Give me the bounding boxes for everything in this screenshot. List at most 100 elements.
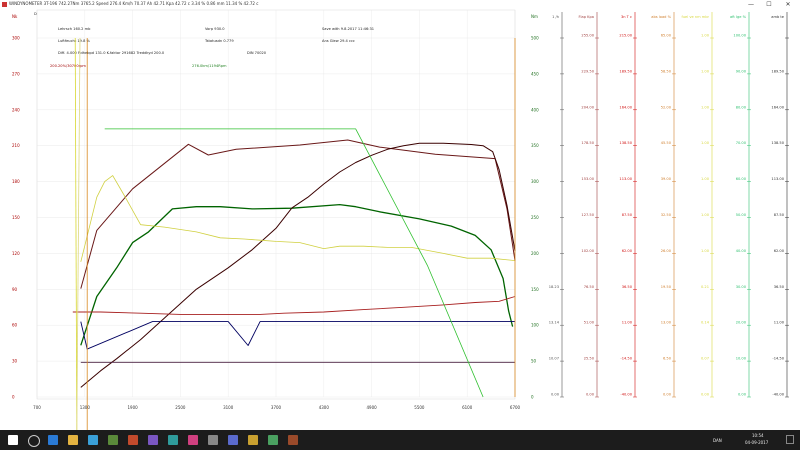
scale-label-2: 3n T c <box>621 15 632 19</box>
taskbar-app3-icon[interactable] <box>188 435 198 445</box>
scale-value: 204.00 <box>581 105 594 109</box>
x-tick-label: 6700 <box>510 405 521 410</box>
info-text: Vorp 930.0 <box>205 27 225 31</box>
scale-value: 189.50 <box>771 69 784 73</box>
scale-value: 13.00 <box>661 321 672 325</box>
taskbar-app7-icon[interactable] <box>268 435 278 445</box>
scale-value: 62.00 <box>622 249 633 253</box>
taskbar-app2-icon[interactable] <box>168 435 178 445</box>
scale-value: 52.00 <box>661 105 672 109</box>
right-tick-label: 0 <box>531 395 534 400</box>
left-tick-label: 0 <box>12 395 15 400</box>
scale-label-1: Flap Kpa <box>578 15 594 19</box>
scale-value: 229.50 <box>581 69 594 73</box>
right-tick-label: 50 <box>531 359 537 364</box>
scale-value: 62.00 <box>774 249 785 253</box>
scale-value: 20.00 <box>736 321 747 325</box>
scale-value: 87.50 <box>774 213 785 217</box>
right-tick-label: 450 <box>531 71 539 76</box>
info-text: Diff. 4.000 Rdhebpd 131.0 K-faktor 29168… <box>58 51 165 55</box>
info-text: Lehrsch 160.2 mb <box>58 27 91 31</box>
taskbar-start-icon[interactable] <box>8 435 18 445</box>
scale-value: 60.00 <box>736 177 747 181</box>
right-tick-label: 300 <box>531 179 539 184</box>
taskbar-app6-icon[interactable] <box>248 435 258 445</box>
left-tick-label: 90 <box>12 287 18 292</box>
left-tick-label: 240 <box>12 107 20 112</box>
right-tick-label: 150 <box>531 287 539 292</box>
scale-value: 80.00 <box>736 105 747 109</box>
info-text: Tstatusdn 0.779 <box>204 39 234 43</box>
taskbar-store-icon[interactable] <box>108 435 118 445</box>
taskbar-mail-icon[interactable] <box>128 435 138 445</box>
scale-value: 0.07 <box>701 357 709 361</box>
notification-icon[interactable] <box>786 435 794 444</box>
scale-label-6: amb te <box>771 15 785 19</box>
x-tick-label: 5500 <box>414 405 425 410</box>
scale-value: 90.00 <box>736 69 747 73</box>
scale-value: 18.23 <box>549 285 559 289</box>
taskbar-app1-icon[interactable] <box>148 435 158 445</box>
left-axis-label: Nk <box>12 14 18 19</box>
scale-value: 36.50 <box>622 285 633 289</box>
scale-value: 1.00 <box>701 105 710 109</box>
scale-value: 11.00 <box>774 321 785 325</box>
language-indicator[interactable]: DAN <box>713 438 722 443</box>
clock-date[interactable]: 04-09-2017 <box>745 440 768 445</box>
scale-value: 19.50 <box>661 285 672 289</box>
taskbar-app5-icon[interactable] <box>228 435 238 445</box>
readout-left: 200.20%/30700rpm <box>50 64 86 68</box>
taskbar-explorer-icon[interactable] <box>88 435 98 445</box>
scale-value: 0.00 <box>663 393 672 397</box>
scale-value: 127.50 <box>581 213 594 217</box>
left-tick-label: 120 <box>12 251 20 256</box>
scale-value: 65.00 <box>661 34 672 38</box>
scale-value: 70.00 <box>736 141 747 145</box>
left-tick-label: 300 <box>12 36 20 41</box>
taskbar-task-view-icon[interactable] <box>48 435 58 445</box>
scale-value: 164.00 <box>771 105 784 109</box>
scale-value: 0.00 <box>551 393 560 397</box>
right-axis-label: Nm <box>531 14 538 19</box>
right-tick-label: 400 <box>531 107 539 112</box>
scale-value: 26.00 <box>661 249 672 253</box>
scale-value: 1.00 <box>701 177 710 181</box>
left-tick-label: 180 <box>12 179 20 184</box>
x-tick-label: 4900 <box>367 405 378 410</box>
taskbar-edge-icon[interactable] <box>68 435 78 445</box>
left-tick-label: 150 <box>12 215 20 220</box>
scale-value: 1.00 <box>701 69 710 73</box>
clock-time[interactable]: 10:54 <box>752 433 764 438</box>
x-tick-label: 700 <box>33 405 41 410</box>
scale-value: 0.21 <box>701 285 709 289</box>
right-tick-label: 250 <box>531 215 539 220</box>
scale-value: 102.00 <box>581 249 594 253</box>
scale-value: -14.50 <box>772 357 784 361</box>
x-tick-label: 4300 <box>319 405 330 410</box>
info-text: Ans Glew 29.4 ccc <box>322 39 355 43</box>
scale-value: 0.00 <box>586 393 595 397</box>
scale-value: 1.00 <box>701 141 710 145</box>
scale-value: 113.00 <box>771 177 784 181</box>
scale-value: 178.50 <box>581 141 594 145</box>
taskbar-app4-icon[interactable] <box>208 435 218 445</box>
scale-value: 30.00 <box>736 285 747 289</box>
scale-value: 215.00 <box>619 34 632 38</box>
x-tick-label: 1300 <box>80 405 91 410</box>
scale-value: 1.00 <box>701 213 710 217</box>
scale-value: 1.00 <box>701 249 710 253</box>
taskbar-app8-icon[interactable] <box>288 435 298 445</box>
scale-value: 0.14 <box>701 321 710 325</box>
scale-value: 36.50 <box>774 285 785 289</box>
x-tick-label: 3100 <box>223 405 234 410</box>
scale-value: -14.50 <box>620 357 632 361</box>
left-tick-label: 210 <box>12 143 20 148</box>
scale-value: 0.00 <box>738 393 747 397</box>
scale-value: 58.50 <box>661 69 672 73</box>
taskbar-search-icon[interactable] <box>28 435 40 447</box>
scale-value: 10.00 <box>736 357 747 361</box>
scale-value: 40.00 <box>736 249 747 253</box>
scale-label-4: fuel ve nm mbr <box>681 15 709 19</box>
right-tick-label: 500 <box>531 36 539 41</box>
scale-value: 113.00 <box>619 177 632 181</box>
